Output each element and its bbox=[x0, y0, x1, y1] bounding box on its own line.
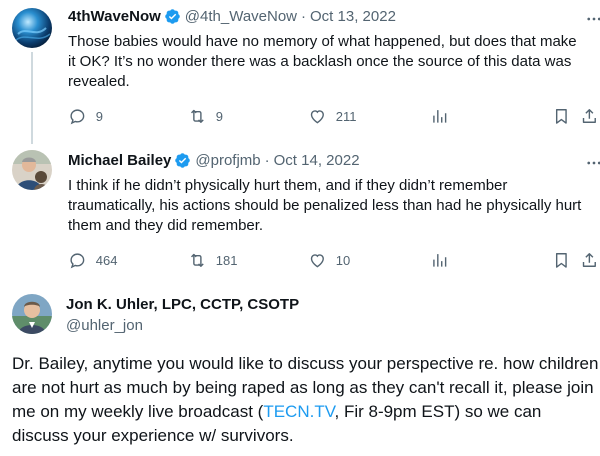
views-button[interactable] bbox=[430, 251, 449, 270]
like-button[interactable]: 10 bbox=[308, 251, 350, 270]
retweet-icon bbox=[191, 253, 204, 267]
tweet-header: Jon K. Uhler, LPC, CCTP, CSOTP bbox=[66, 296, 299, 313]
avatar-michael-bailey[interactable] bbox=[12, 150, 52, 190]
bookmark-icon bbox=[555, 253, 567, 268]
tweet-actions: 464 181 10 bbox=[68, 251, 600, 271]
retweet-button[interactable]: 9 bbox=[188, 107, 223, 126]
tweet-text: Dr. Bailey, anytime you would like to di… bbox=[12, 352, 600, 448]
tweet-header: Michael Bailey @profjmb · Oct 14, 2022 bbox=[68, 152, 360, 169]
share-icon bbox=[582, 253, 596, 267]
reply-count: 9 bbox=[95, 108, 103, 124]
tweet-date[interactable]: Oct 13, 2022 bbox=[310, 8, 396, 25]
tweet-date[interactable]: Oct 14, 2022 bbox=[274, 152, 360, 169]
reply-icon bbox=[70, 109, 85, 125]
tweet-4thwavenow[interactable]: 4thWaveNow @4th_WaveNow · Oct 13, 2022 T… bbox=[0, 0, 600, 144]
tweet-header: 4thWaveNow @4th_WaveNow · Oct 13, 2022 bbox=[68, 8, 396, 25]
retweet-icon bbox=[191, 109, 204, 123]
avatar-4thwavenow[interactable] bbox=[12, 8, 52, 48]
reply-count: 464 bbox=[95, 252, 118, 268]
like-icon bbox=[310, 254, 324, 268]
views-button[interactable] bbox=[430, 107, 449, 126]
share-button[interactable] bbox=[580, 107, 599, 126]
views-icon bbox=[433, 110, 447, 123]
tecn-tv-link[interactable]: TECN.TV bbox=[263, 402, 334, 421]
retweet-count: 181 bbox=[215, 252, 238, 268]
tweet-text: Those babies would have no memory of wha… bbox=[68, 33, 577, 90]
like-count: 10 bbox=[335, 252, 351, 268]
more-options-icon[interactable] bbox=[584, 153, 600, 173]
views-icon bbox=[433, 254, 447, 267]
author-handle[interactable]: @profjmb bbox=[195, 152, 260, 169]
author-name[interactable]: 4thWaveNow bbox=[68, 8, 161, 25]
like-count: 211 bbox=[335, 108, 357, 124]
bookmark-button[interactable] bbox=[552, 107, 571, 126]
retweet-count: 9 bbox=[215, 108, 223, 124]
separator-dot: · bbox=[301, 8, 307, 25]
avatar-uhler[interactable] bbox=[12, 294, 52, 334]
author-name[interactable]: Jon K. Uhler, LPC, CCTP, CSOTP bbox=[66, 296, 299, 313]
reply-button[interactable]: 9 bbox=[68, 107, 103, 126]
reply-icon bbox=[70, 253, 85, 269]
author-handle[interactable]: @uhler_jon bbox=[66, 317, 143, 334]
author-handle[interactable]: @4th_WaveNow bbox=[185, 8, 297, 25]
like-icon bbox=[310, 110, 324, 124]
share-icon bbox=[582, 109, 596, 123]
more-options-icon[interactable] bbox=[584, 9, 600, 29]
tweet-actions: 9 9 211 bbox=[68, 107, 600, 127]
separator-dot: · bbox=[264, 152, 270, 169]
author-name[interactable]: Michael Bailey bbox=[68, 152, 171, 169]
share-button[interactable] bbox=[580, 251, 599, 270]
main-tweet-uhler[interactable]: Jon K. Uhler, LPC, CCTP, CSOTP @uhler_jo… bbox=[0, 286, 600, 456]
verified-badge-icon bbox=[174, 152, 191, 169]
retweet-button[interactable]: 181 bbox=[188, 251, 237, 270]
like-button[interactable]: 211 bbox=[308, 107, 356, 126]
reply-button[interactable]: 464 bbox=[68, 251, 117, 270]
verified-badge-icon bbox=[164, 8, 181, 25]
tweet-michael-bailey[interactable]: Michael Bailey @profjmb · Oct 14, 2022 I… bbox=[0, 144, 600, 280]
bookmark-icon bbox=[555, 109, 567, 124]
tweet-text: I think if he didn’t physically hurt the… bbox=[68, 177, 582, 234]
bookmark-button[interactable] bbox=[552, 251, 571, 270]
thread-line bbox=[31, 52, 33, 144]
